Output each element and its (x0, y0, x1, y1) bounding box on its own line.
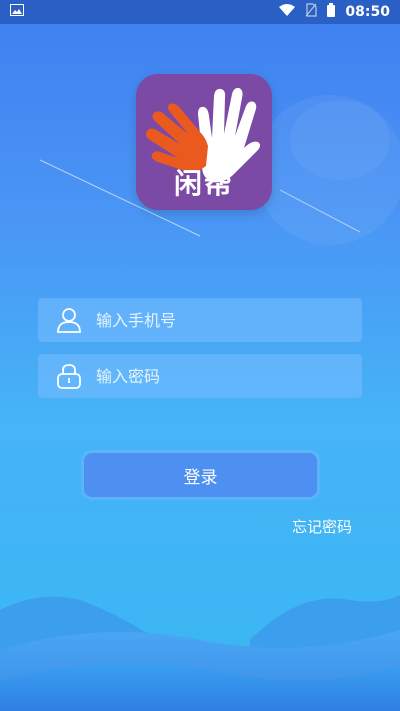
app-logo: 闲帮 (136, 74, 272, 210)
password-field[interactable] (38, 354, 362, 398)
login-button[interactable]: 登录 (84, 453, 317, 497)
status-bar: 08:50 (0, 0, 400, 24)
lock-icon (56, 363, 82, 389)
status-time: 08:50 (345, 4, 390, 20)
app-logo-text: 闲帮 (173, 167, 234, 200)
phone-input[interactable] (94, 299, 362, 341)
phone-field[interactable] (38, 298, 362, 342)
battery-icon (327, 3, 336, 21)
wifi-icon (279, 4, 296, 20)
forgot-password-link[interactable]: 忘记密码 (292, 516, 352, 537)
image-icon (10, 4, 24, 20)
user-icon (56, 307, 82, 333)
password-input[interactable] (94, 355, 362, 397)
no-sim-icon (305, 3, 318, 21)
